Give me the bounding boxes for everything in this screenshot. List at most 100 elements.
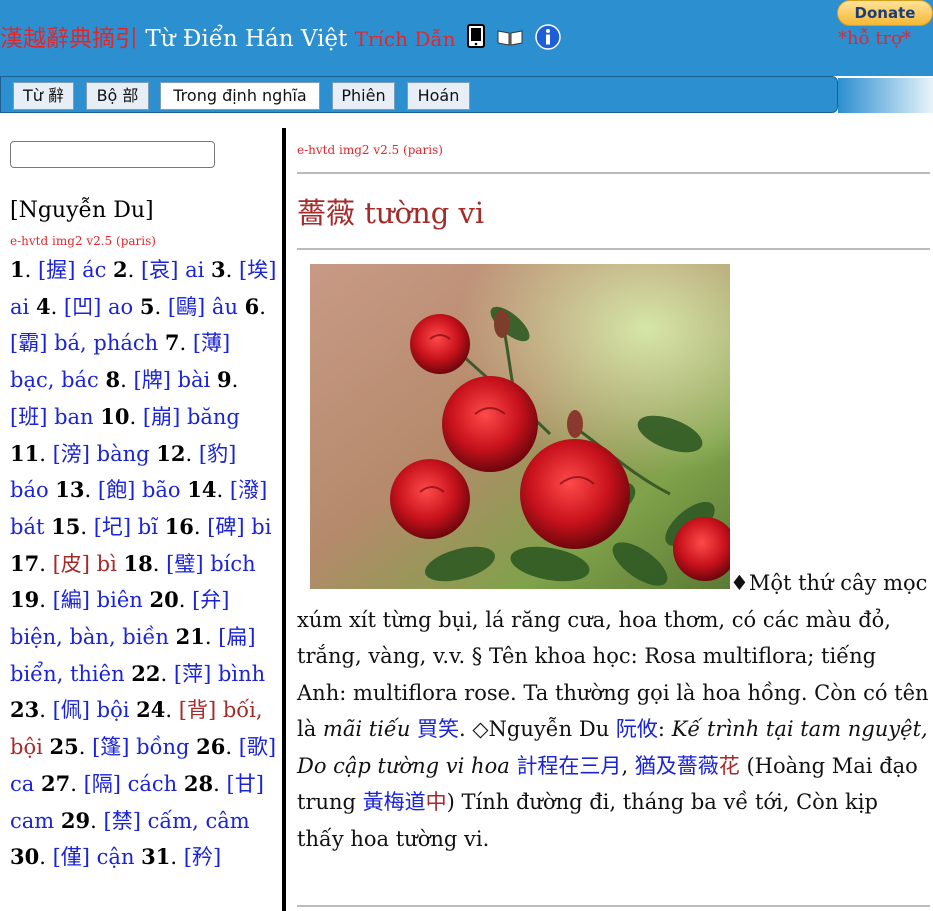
info-icon[interactable]: [535, 24, 562, 58]
han-link[interactable]: 買笑: [417, 717, 459, 741]
han-link[interactable]: 黃梅道: [363, 790, 426, 814]
entry-reading: biện, bàn, biền: [10, 625, 169, 650]
entry-number: 25: [49, 734, 79, 760]
entry-han: 圮: [101, 514, 123, 539]
entry-han: 弁: [200, 588, 222, 613]
entry-han: 鷗: [176, 294, 198, 319]
entry-han: 豹: [207, 441, 229, 466]
entry-han: 凹: [72, 294, 94, 319]
sidebar-entry-link[interactable]: [圮] bĩ: [94, 515, 158, 539]
tab-phien[interactable]: Phiên: [332, 82, 395, 110]
entry-number: 2: [113, 257, 128, 282]
sidebar-entry-link[interactable]: [璧] bích: [166, 552, 256, 576]
sidebar-entry-link[interactable]: [班] ban: [10, 405, 94, 429]
entry-number: 13: [55, 477, 85, 503]
mobile-phone-icon[interactable]: [466, 24, 485, 56]
sidebar-entry-link[interactable]: [矜]: [184, 845, 221, 869]
entry-han: 飽: [106, 478, 128, 503]
entry-han: 背: [186, 698, 208, 723]
han-link[interactable]: 阮攸: [616, 717, 658, 741]
entry-han: 哀: [149, 258, 171, 282]
sidebar-title: [Nguyễn Du]: [10, 198, 154, 223]
entry-number: 3: [211, 257, 226, 282]
entry-han: 隔: [91, 771, 113, 796]
entry-reading: bồng: [136, 735, 190, 760]
tab-tu[interactable]: Từ 辭: [13, 82, 74, 110]
entry-reading: bá, phách: [54, 331, 159, 356]
header-bar: 漢越辭典摘引 Từ Điển Hán Việt Trích Dẫn Donate…: [0, 0, 933, 76]
tab-trong-dinh-nghia[interactable]: Trong định nghĩa: [160, 82, 320, 110]
entry-han: 篷: [100, 735, 122, 760]
sidebar-entry-link[interactable]: [禁] cấm, câm: [103, 809, 249, 833]
sidebar-entry-link[interactable]: [飽] bão: [98, 478, 181, 502]
entry-reading: ao: [108, 294, 134, 319]
entry-reading: bạc, bác: [10, 368, 99, 393]
definition-italic: mãi tiếu: [322, 717, 411, 741]
entry-reading: bội: [96, 698, 130, 723]
title-han: 漢越辭典摘引: [0, 26, 138, 52]
entry-han: 牌: [141, 368, 163, 393]
entry-han: 潑: [238, 478, 260, 503]
entry-han: 禁: [111, 808, 133, 833]
han-link[interactable]: 猶及薔薇: [635, 754, 719, 778]
entry-number: 15: [51, 513, 81, 539]
sidebar-entry-link[interactable]: [牌] bài: [133, 368, 210, 392]
entry-han: 崩: [151, 404, 173, 429]
entry-reading: cách: [127, 771, 178, 796]
entry-reading: bàng: [96, 441, 150, 466]
entry-number: 1: [10, 257, 25, 282]
column-divider: [282, 128, 286, 911]
sidebar-entry-link[interactable]: [凹] ao: [64, 295, 133, 319]
entry-reading: ai: [185, 258, 205, 282]
sidebar-entry-link[interactable]: [編] biên: [53, 588, 143, 612]
entry-reading: bì: [96, 551, 117, 576]
tab-hoan[interactable]: Hoán: [407, 82, 470, 110]
donate-button[interactable]: Donate: [837, 0, 933, 26]
definition-bullet: ♦: [730, 571, 749, 595]
entry-number: 9: [216, 367, 232, 393]
search-input[interactable]: [10, 141, 215, 168]
sidebar-entry-link[interactable]: [篷] bồng: [92, 735, 189, 759]
sidebar-entry-list: 1. [握] ác 2. [哀] ai 3. [埃] ai 4. [凹] ao …: [10, 257, 277, 870]
sidebar-entry-link[interactable]: [碑] bi: [207, 515, 271, 539]
headword-han: 薔薇: [297, 196, 356, 230]
han-link-visited[interactable]: 花: [719, 754, 740, 778]
entry-number: 22: [131, 660, 161, 686]
sidebar-entry-link[interactable]: [霸] bá, phách: [10, 331, 158, 355]
entry-number: 14: [187, 477, 217, 503]
divider-headword: [297, 248, 930, 250]
sidebar-entry-link[interactable]: [僅] cận: [53, 845, 135, 869]
entry-han: 埃: [247, 258, 269, 282]
tab-bar: Từ 辭 Bộ 部 Trong định nghĩa Phiên Hoán: [0, 76, 838, 113]
entry-number: 23: [10, 697, 40, 723]
book-icon[interactable]: [496, 24, 524, 56]
tab-bar-fade: [838, 78, 933, 113]
entry-han: 歌: [246, 735, 268, 760]
entry-reading: bài: [177, 368, 211, 393]
sidebar-entry-link[interactable]: [佩] bội: [53, 698, 130, 722]
sidebar-entry-link[interactable]: [哀] ai: [141, 258, 204, 282]
entry-han: 皮: [60, 551, 82, 576]
entry-reading: biên: [96, 588, 143, 613]
sidebar-entry-link[interactable]: [握] ác: [38, 258, 106, 282]
entry-number: 12: [156, 440, 186, 466]
sidebar-entry-link[interactable]: [萍] bình: [174, 662, 265, 686]
sidebar-entry-link[interactable]: [隔] cách: [84, 772, 178, 796]
han-link-visited[interactable]: 中: [426, 790, 447, 814]
entry-reading: ác: [82, 258, 107, 282]
han-link[interactable]: 計程在三月: [516, 754, 621, 778]
sidebar-entry-link[interactable]: [皮] bì: [53, 552, 117, 576]
entry-han: 握: [46, 258, 68, 282]
entry-number: 20: [149, 587, 179, 613]
entry-number: 8: [105, 367, 121, 393]
site-title[interactable]: 漢越辭典摘引 Từ Điển Hán Việt Trích Dẫn: [0, 24, 562, 58]
support-link[interactable]: *hỗ trợ*: [838, 28, 911, 49]
entry-reading: biển, thiên: [10, 661, 125, 686]
sidebar-entry-link[interactable]: [崩] băng: [143, 405, 240, 429]
sidebar-entry-link[interactable]: [滂] bàng: [53, 442, 150, 466]
sidebar-entry-link[interactable]: [鷗] âu: [168, 295, 238, 319]
entry-reading: bình: [217, 661, 266, 686]
tab-bo[interactable]: Bộ 部: [86, 82, 149, 110]
entry-number: 5: [139, 293, 155, 319]
entry-number: 30: [10, 844, 40, 870]
